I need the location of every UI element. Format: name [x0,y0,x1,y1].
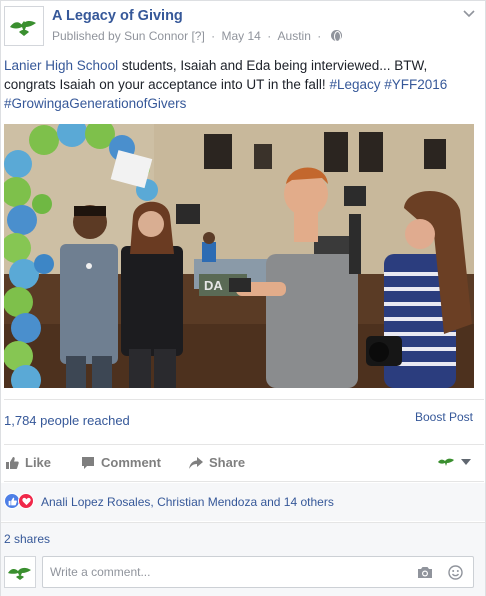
comment-box [42,556,474,588]
divider [4,444,484,445]
page-avatar[interactable] [4,6,44,46]
comment-input[interactable] [50,565,410,579]
page-name[interactable]: A Legacy of Giving [52,8,183,24]
commenter-avatar[interactable] [4,556,36,588]
hashtag-yff2016[interactable]: #YFF2016 [384,77,447,92]
post-photo[interactable]: DA [4,124,474,388]
post-card: A Legacy of Giving Published by Sun Conn… [0,0,486,596]
share-label: Share [209,455,246,470]
share-button[interactable]: Share [189,455,245,470]
comment-label: Comment [101,455,161,470]
reaction-icons[interactable] [4,493,34,509]
legacy-logo-icon [5,557,35,587]
legacy-logo-icon [5,7,43,45]
help-marker[interactable]: [?] [191,29,204,43]
hashtag-legacy[interactable]: #Legacy [329,77,380,92]
comment-button[interactable]: Comment [81,455,161,470]
like-button[interactable]: Like [5,455,51,470]
divider [4,399,484,400]
meta-separator: · [317,29,322,43]
post-location[interactable]: Austin [278,29,311,43]
post-header: A Legacy of Giving Published by Sun Conn… [1,1,485,51]
school-link[interactable]: Lanier High School [4,58,118,73]
legacy-mini-icon [438,458,454,466]
reactors-names[interactable]: Anali Lopez Rosales, Christian Mendoza a… [41,495,334,509]
chevron-down-icon[interactable] [463,10,475,20]
divider [4,481,484,482]
caret-down-icon [461,459,471,465]
boost-post-button[interactable]: Boost Post [415,410,473,424]
shares-row: 2 shares [1,522,485,554]
post-meta: Published by Sun Connor [?] · May 14 · A… [52,29,342,43]
meta-separator: · [267,29,272,43]
thumbs-up-icon [5,456,19,470]
like-label: Like [25,455,52,470]
post-date[interactable]: May 14 [221,29,260,43]
publisher-name[interactable]: Sun Connor [124,29,188,43]
shares-count[interactable]: 2 shares [4,532,50,546]
people-reached[interactable]: 1,784 people reached [4,413,130,428]
hashtag-growing-generation[interactable]: #GrowingaGenerationofGivers [4,96,186,111]
comment-composer [1,554,485,596]
post-text: Lanier High School students, Isaiah and … [4,56,482,113]
audience-selector[interactable] [437,456,471,468]
love-reaction-icon [18,493,34,509]
interview-photo: DA [4,124,474,388]
post-actions: Like Comment Share [1,449,485,477]
globe-icon[interactable] [330,30,342,42]
camera-icon[interactable] [417,566,433,582]
reactions-row: Anali Lopez Rosales, Christian Mendoza a… [1,483,485,521]
publisher-prefix: Published by [52,29,121,43]
share-icon [189,456,203,470]
emoji-icon[interactable] [448,565,463,583]
photo-sign-text: DA [204,278,223,293]
comment-icon [81,456,95,470]
meta-separator: · [211,29,216,43]
